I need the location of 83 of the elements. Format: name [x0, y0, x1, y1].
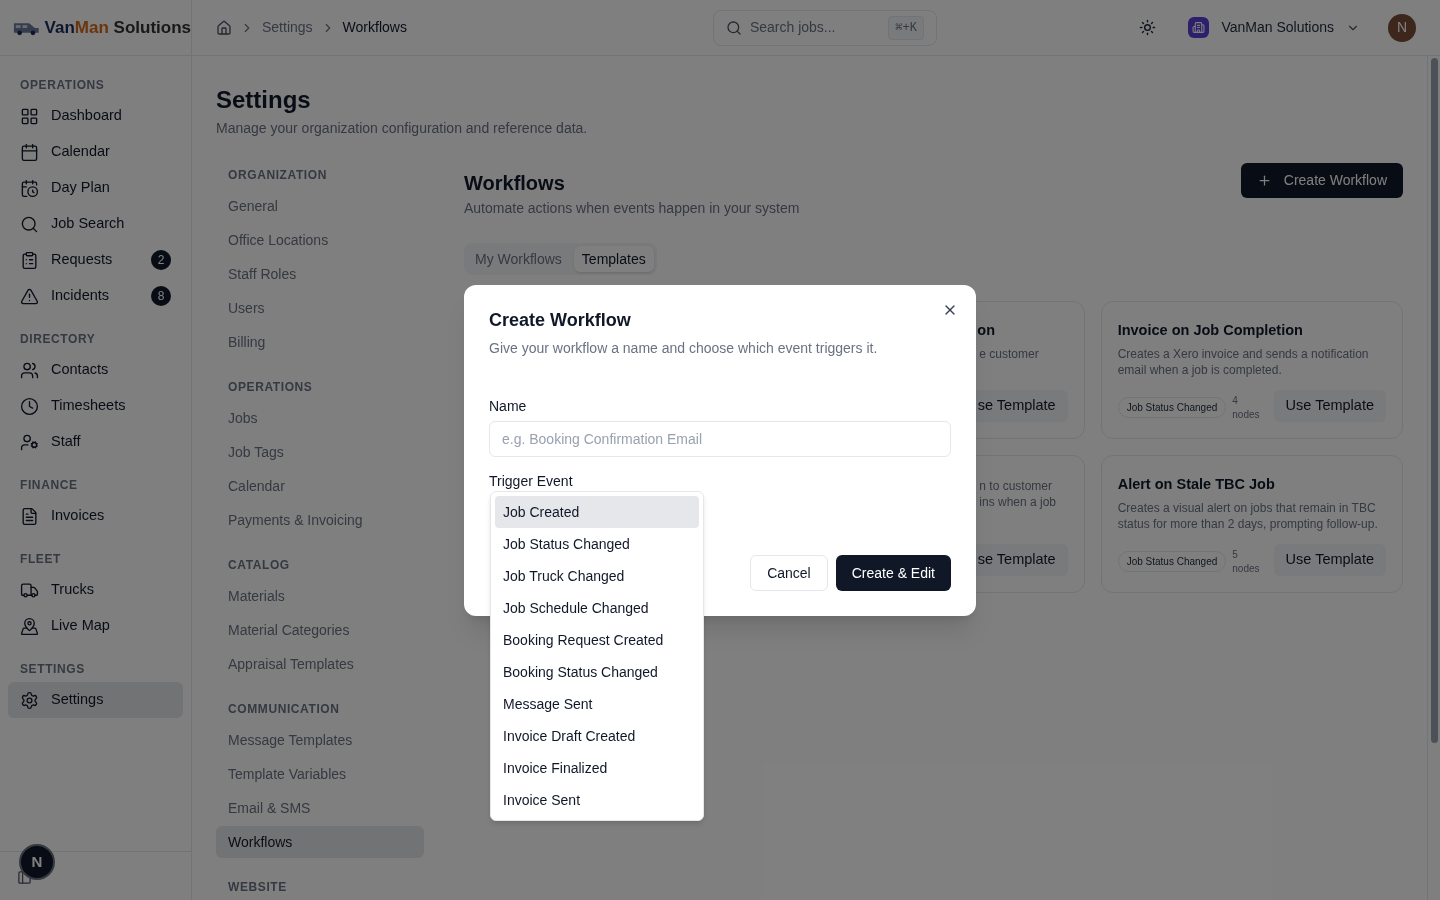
breadcrumb-link[interactable]: Settings	[262, 17, 313, 38]
search-icon	[725, 19, 742, 36]
card-description: e customer	[979, 345, 1040, 362]
section-heading: ORGANIZATION	[227, 167, 328, 184]
create-edit-button[interactable]: Create & Edit	[835, 555, 951, 591]
dialog-description: Give your workflow a name and choose which event triggers it.	[489, 339, 879, 358]
sidebar-item[interactable]: Settings	[8, 682, 183, 718]
section-heading: WEBSITE	[227, 879, 288, 896]
card-description: Creates a visual alert on jobs that remain in TBC status for more than 2 days, prompting follow-up.	[1117, 499, 1379, 532]
users-icon	[20, 360, 39, 380]
card-title: Alert on Stale TBC Job	[1117, 474, 1276, 494]
clipboard-icon	[20, 250, 39, 270]
map-pin-icon	[20, 616, 39, 636]
settings-icon	[20, 690, 39, 710]
settings-nav-item[interactable]: Payments & Invoicing	[216, 504, 424, 536]
section-heading: OPERATIONS	[19, 77, 106, 94]
settings-nav-item[interactable]: Users	[216, 292, 424, 324]
settings-nav-item[interactable]: Workflows	[216, 826, 424, 858]
settings-nav-item[interactable]: Template Variables	[216, 758, 424, 790]
card-description: ins when a job	[979, 493, 1058, 510]
section-heading: FLEET	[19, 551, 62, 568]
warning-icon	[20, 286, 39, 306]
count-badge: 8	[151, 286, 171, 306]
count-badge: 2	[151, 250, 171, 270]
settings-nav-item[interactable]: Message Templates	[216, 724, 424, 756]
grid-icon	[20, 106, 39, 126]
truck-icon	[20, 580, 39, 600]
card-title: Invoice on Job Completion	[1117, 321, 1304, 340]
settings-nav-item[interactable]: Calendar	[216, 470, 424, 502]
organization-switcher[interactable]: VanMan Solutions	[1188, 17, 1376, 38]
node-count: 5 nodes	[1232, 547, 1261, 576]
dev-indicator-button[interactable]: N	[19, 844, 55, 880]
calendar-icon	[20, 142, 39, 162]
home-icon[interactable]	[216, 19, 232, 36]
settings-nav-item[interactable]: Staff Roles	[216, 258, 424, 290]
section-heading: CATALOG	[227, 557, 291, 574]
section-heading: DIRECTORY	[19, 331, 97, 348]
user-avatar[interactable]: N	[1388, 13, 1416, 42]
settings-nav-item[interactable]: General	[216, 190, 424, 222]
logo-text: VanMan Solutions	[44, 16, 191, 39]
search-icon	[20, 214, 39, 234]
shortcut-key: ⌘+K	[888, 15, 924, 40]
section-heading: FINANCE	[19, 477, 79, 494]
section-title: Workflows	[464, 171, 566, 196]
settings-nav-item[interactable]: Office Locations	[216, 224, 424, 256]
dropdown-option[interactable]: Job Created	[495, 496, 699, 528]
user-gear-icon	[20, 432, 39, 452]
section-subtitle: Automate actions when events happen in your system	[464, 199, 800, 218]
card-title: on	[976, 321, 997, 340]
tab[interactable]: Templates	[573, 246, 654, 272]
page-subtitle: Manage your organization configuration and reference data.	[216, 119, 589, 138]
dialog-title: Create Workflow	[489, 309, 632, 332]
use-template-button[interactable]: Use Template	[1273, 389, 1386, 422]
settings-nav-item[interactable]: Email & SMS	[216, 792, 424, 824]
tab[interactable]: My Workflows	[467, 246, 570, 272]
page-title: Settings	[216, 85, 312, 115]
field-label: Name	[489, 397, 528, 416]
section-heading: OPERATIONS	[227, 379, 314, 396]
calendar-clock-icon	[20, 178, 39, 198]
document-icon	[20, 506, 39, 526]
scrollbar[interactable]	[1427, 56, 1440, 900]
search-input[interactable]: Search jobs...	[749, 17, 881, 38]
section-heading: SETTINGS	[19, 661, 86, 678]
building-icon	[1192, 21, 1206, 34]
settings-nav-item[interactable]: Billing	[216, 326, 424, 358]
theme-toggle-icon[interactable]	[1139, 19, 1157, 36]
settings-nav-item[interactable]: Material Categories	[216, 614, 424, 646]
settings-nav-item[interactable]: Job Tags	[216, 436, 424, 468]
card-description: n to customer	[979, 477, 1054, 494]
section-heading: COMMUNICATION	[227, 701, 341, 718]
settings-nav-item[interactable]: Appraisal Templates	[216, 648, 424, 680]
card-description: Creates a Xero invoice and sends a notification email when a job is completed.	[1117, 345, 1370, 378]
settings-nav-item[interactable]: Jobs	[216, 402, 424, 434]
clock-icon	[20, 396, 39, 416]
cancel-button[interactable]: Cancel	[750, 555, 828, 591]
name-field[interactable]: e.g. Booking Confirmation Email	[489, 421, 951, 457]
create-workflow-button[interactable]: Create Workflow	[1240, 163, 1403, 198]
node-count: 4 nodes	[1232, 393, 1261, 422]
plus-icon	[1256, 173, 1272, 188]
use-template-button[interactable]: Use Template	[1273, 543, 1386, 576]
settings-nav-item[interactable]: Materials	[216, 580, 424, 612]
field-label: Trigger Event	[489, 472, 574, 491]
search-field[interactable]: Search jobs... ⌘+K	[712, 9, 937, 46]
